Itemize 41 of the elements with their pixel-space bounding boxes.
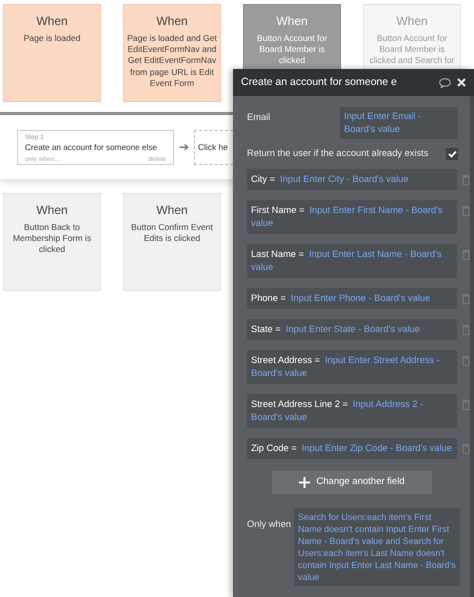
event-condition: Button Account for Board Member is clicked — [256, 33, 328, 67]
trash-icon[interactable] — [462, 398, 470, 410]
field-row[interactable]: City = Input Enter City - Board's value — [247, 168, 457, 190]
field-row[interactable]: First Name = Input Enter First Name - Board's value — [247, 200, 457, 234]
event-heading: When — [275, 13, 309, 30]
event-condition: Page is loaded — [22, 33, 82, 44]
field-row[interactable]: Street Address = Input Enter Street Address - Board's value — [247, 350, 457, 384]
email-label: Email — [247, 111, 272, 124]
event-heading: When — [155, 202, 189, 219]
event-heading: When — [155, 13, 189, 30]
trash-icon[interactable] — [462, 292, 470, 304]
change-field-button[interactable]: Change another field — [272, 470, 432, 494]
event-condition: Button Confirm Event Edits is clicked — [130, 222, 214, 244]
checkbox[interactable] — [446, 148, 458, 160]
trash-icon[interactable] — [462, 324, 470, 335]
field-row[interactable]: State = Input Enter State - Board's value — [247, 318, 457, 340]
event-card[interactable]: When Button Back to Membership Form is clicked — [3, 193, 101, 291]
trash-icon[interactable] — [462, 442, 470, 454]
event-card[interactable]: When Page is loaded and Get EditEventFormNav and Get EditEventFormNav from page URL is Edit Event Form — [123, 4, 221, 102]
comment-icon[interactable] — [439, 78, 451, 88]
close-icon[interactable] — [457, 78, 466, 87]
event-card[interactable]: When Page is loaded — [3, 4, 101, 102]
step-title: Create an account for someone else — [25, 142, 158, 154]
event-condition: Button Account for Board Member is clicked and Search for — [368, 33, 456, 67]
event-condition: Page is loaded and Get EditEventFormNav and Get EditEventFormNav from page URL is Edit Event Form — [127, 33, 217, 89]
field-row[interactable]: Street Address Line 2 = Input Address 2 - Board's value — [247, 394, 457, 428]
event-condition: Button Back to Membership Form is clicked — [12, 222, 92, 256]
trash-icon[interactable] — [462, 204, 470, 216]
event-heading: When — [35, 13, 69, 30]
trash-icon[interactable] — [462, 248, 470, 260]
field-row[interactable]: Phone = Input Enter Phone - Board's value — [247, 288, 457, 309]
event-heading: When — [395, 13, 429, 30]
field-row[interactable]: Zip Code = Input Enter Zip Code - Board's value — [247, 438, 457, 459]
trash-icon[interactable] — [462, 174, 470, 185]
plus-icon — [299, 476, 310, 488]
event-heading: When — [35, 202, 69, 219]
only-when-label: Only when — [247, 518, 289, 531]
field-row[interactable]: Last Name = Input Enter Last Name - Board's value — [247, 244, 457, 278]
trash-icon[interactable] — [462, 354, 470, 366]
event-card[interactable]: When Button Confirm Event Edits is clicked — [123, 193, 221, 291]
arrow-icon: ➔ — [179, 138, 189, 156]
